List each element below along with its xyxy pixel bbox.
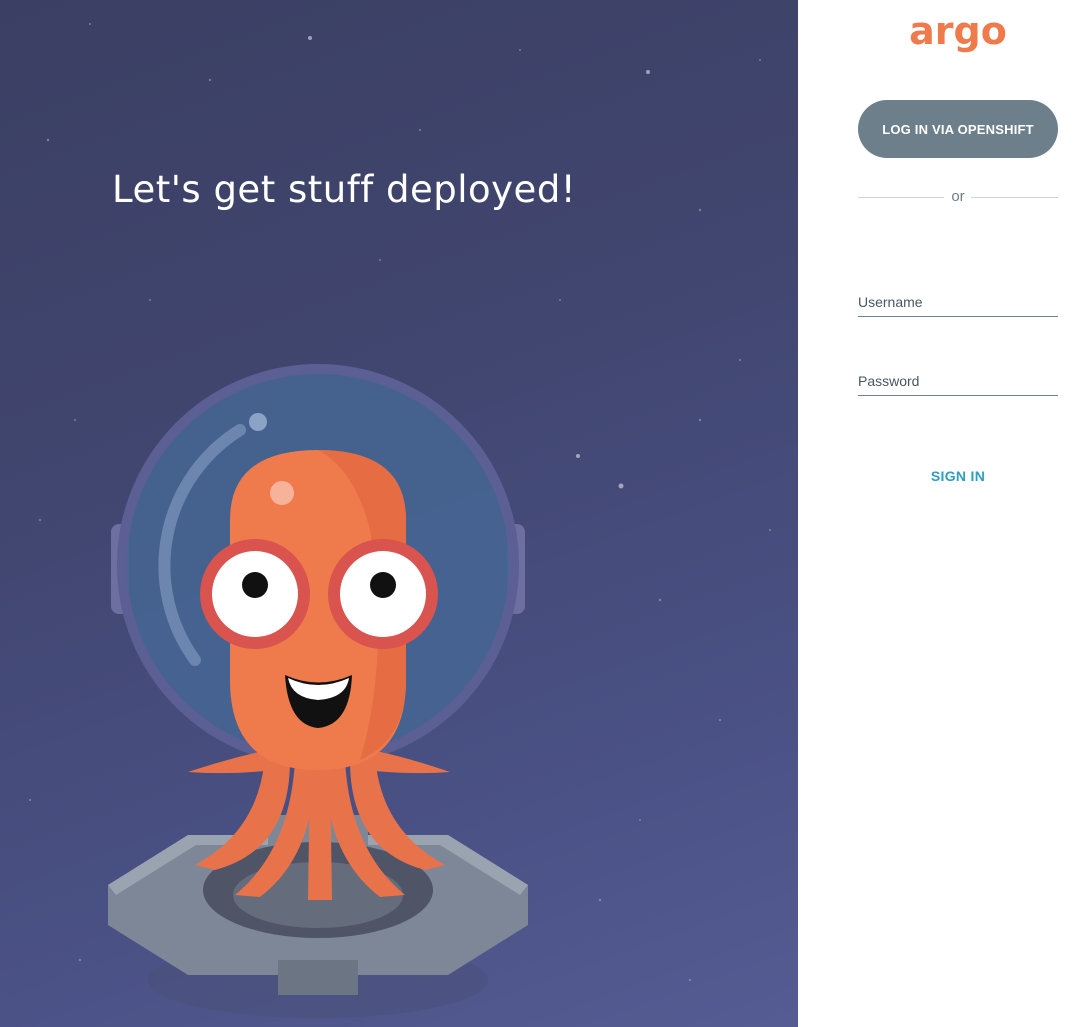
hero-tagline: Let's get stuff deployed! xyxy=(112,168,577,211)
username-field-container xyxy=(858,284,1058,317)
octopus-astronaut-mascot xyxy=(108,364,528,1018)
username-input[interactable] xyxy=(858,294,1058,310)
password-input[interactable] xyxy=(858,373,1058,389)
sign-in-button[interactable]: SIGN IN xyxy=(858,464,1058,488)
or-divider: or xyxy=(858,187,1058,207)
login-sidebar: argo LOG IN VIA OPENSHIFT or SIGN IN xyxy=(798,0,1074,1027)
password-field-container xyxy=(858,363,1058,396)
login-via-openshift-button[interactable]: LOG IN VIA OPENSHIFT xyxy=(858,100,1058,158)
logo-text: argo xyxy=(909,14,1007,53)
argo-logo: argo xyxy=(909,14,1007,53)
hero-panel: Let's get stuff deployed! xyxy=(0,0,798,1027)
divider-line-right xyxy=(971,197,1058,198)
